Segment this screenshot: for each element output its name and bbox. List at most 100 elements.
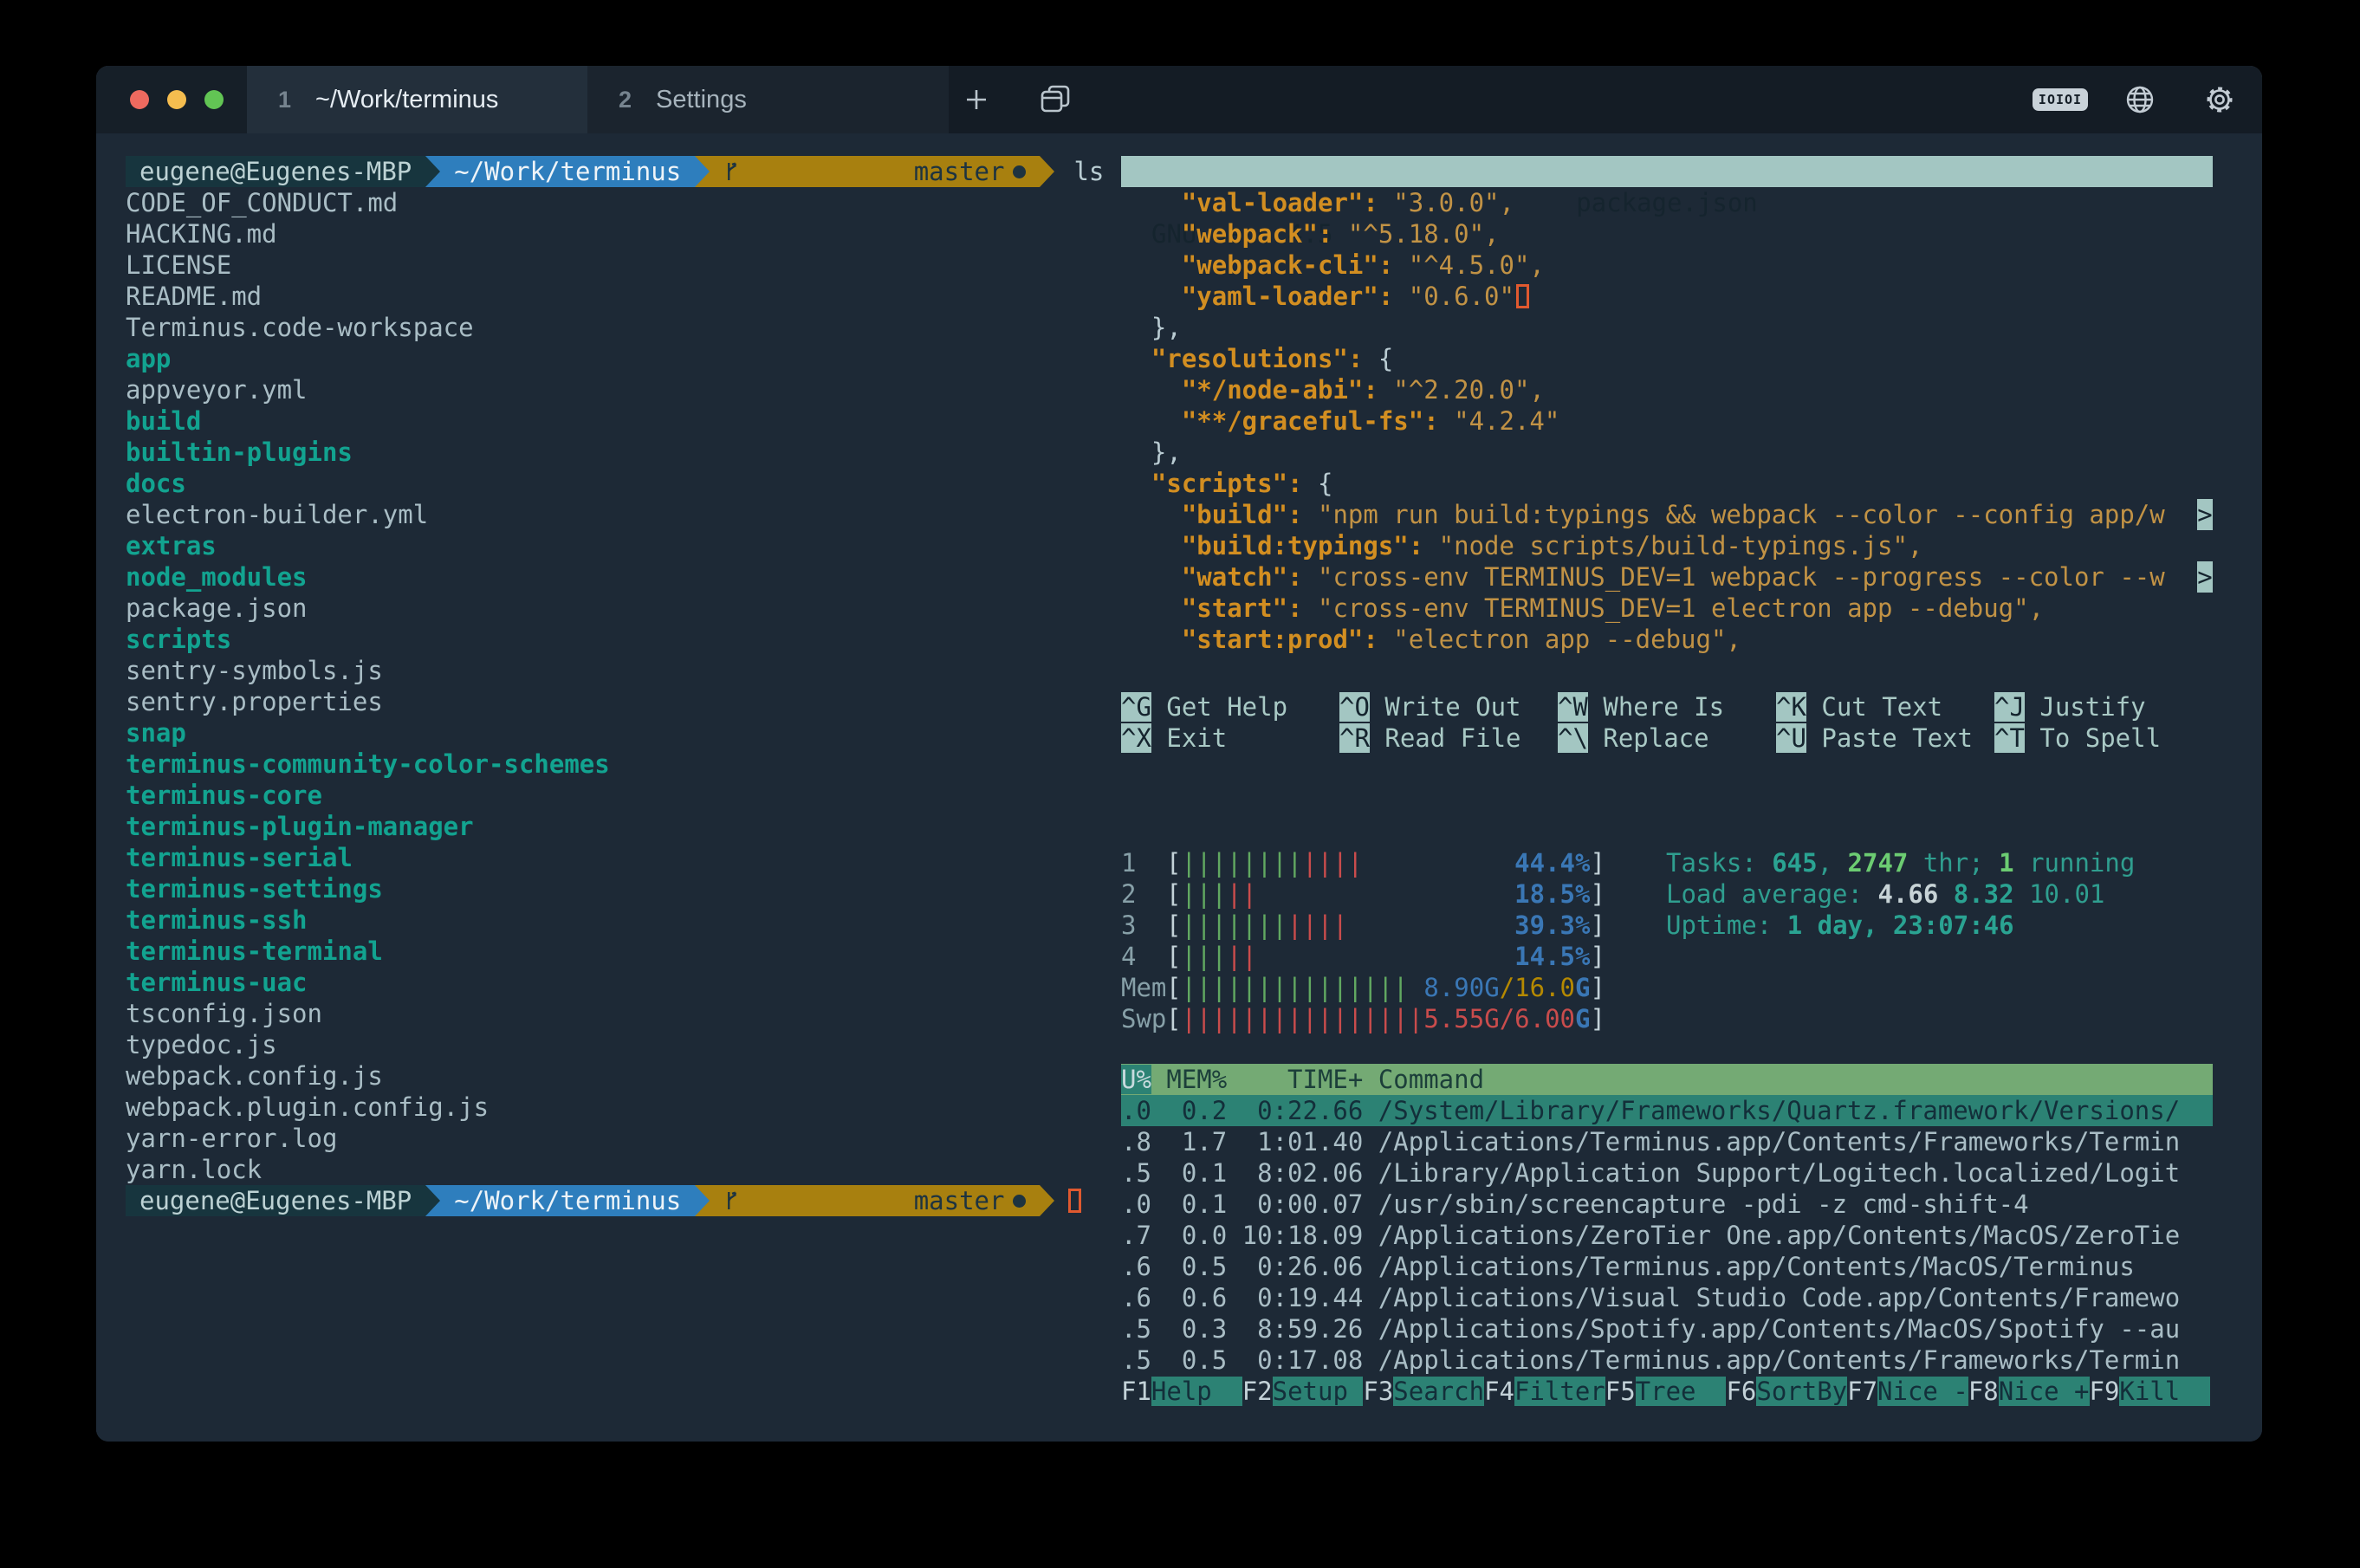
tab-title: ~/Work/terminus (315, 86, 498, 114)
terminal-content: eugene@Eugenes-MBP ~/Work/terminus maste… (96, 133, 2262, 1442)
htop-table-header[interactable]: U% MEM% TIME+ Command (1121, 1064, 2213, 1095)
nano-shortcuts-row2: ^X Exit^R Read File^\ Replace^U Paste Te… (1121, 722, 2213, 754)
nano-shortcut[interactable]: ^X Exit (1121, 722, 1339, 754)
file-item: terminus-terminal (126, 936, 1096, 967)
minimize-button[interactable] (167, 90, 186, 109)
nano-shortcut[interactable]: ^G Get Help (1121, 691, 1339, 722)
process-row[interactable]: .6 0.5 0:26.06 /Applications/Terminus.ap… (1121, 1251, 2213, 1282)
prompt-git-segment: master (710, 156, 1040, 187)
terminal-pane-right[interactable]: package.json GNU nano 4.5 "val-loader": … (1121, 156, 2213, 1407)
nano-line: "**/graceful-fs": "4.2.4" (1121, 405, 2213, 437)
tab-number: 1 (278, 87, 291, 113)
shell-selector-button[interactable]: IOIOI (2034, 66, 2086, 133)
file-item: extras (126, 530, 1096, 561)
process-row[interactable]: .6 0.6 0:19.44 /Applications/Visual Stud… (1121, 1282, 2213, 1313)
shell-prompt-bottom: eugene@Eugenes-MBP ~/Work/terminus maste… (126, 1185, 1096, 1216)
htop-fkey-f3[interactable]: F3Search (1363, 1376, 1484, 1407)
nano-shortcut[interactable]: ^\ Replace (1558, 722, 1776, 754)
duplicate-tab-button[interactable] (1029, 66, 1081, 133)
htop-fkey-f6[interactable]: F6SortBy (1726, 1376, 1847, 1407)
line-overflow-marker: > (2197, 499, 2213, 530)
nano-shortcut[interactable]: ^T To Spell (1994, 722, 2213, 754)
file-item: terminus-uac (126, 967, 1096, 998)
powerline-arrow (695, 156, 710, 187)
htop-function-key-bar: F1Help F2Setup F3SearchF4FilterF5Tree F6… (1121, 1376, 2213, 1407)
htop-fkey-f7[interactable]: F7Nice - (1847, 1376, 1968, 1407)
file-item: yarn.lock (126, 1154, 1096, 1185)
tab-bar: 1 ~/Work/terminus 2 Settings IOIOI (96, 66, 2262, 133)
file-item: terminus-community-color-schemes (126, 748, 1096, 780)
nano-line: "scripts": { (1121, 468, 2213, 499)
prompt-user-segment: eugene@Eugenes-MBP (126, 1185, 425, 1216)
meter-swp: Swp[||||||||||||||||5.55G/6.00G] (1121, 1003, 2213, 1034)
file-item: electron-builder.yml (126, 499, 1096, 530)
file-item: CODE_OF_CONDUCT.md (126, 187, 1096, 218)
prompt-path-segment: ~/Work/terminus (440, 1185, 695, 1216)
nano-line: "resolutions": { (1121, 343, 2213, 374)
powerline-arrow (1040, 156, 1054, 187)
tab-number: 2 (619, 87, 632, 113)
htop-info-line: Load average: 4.66 8.32 10.01 (1666, 878, 2135, 910)
file-item: terminus-ssh (126, 904, 1096, 936)
git-dirty-dot (1013, 1195, 1026, 1208)
process-row[interactable]: .0 0.1 0:00.07 /usr/sbin/screencapture -… (1121, 1189, 2213, 1220)
file-item: node_modules (126, 561, 1096, 593)
sort-column-header[interactable]: U% (1121, 1065, 1151, 1094)
file-item: README.md (126, 281, 1096, 312)
tab-work-terminus[interactable]: 1 ~/Work/terminus (247, 66, 587, 133)
process-row[interactable]: .5 0.3 8:59.26 /Applications/Spotify.app… (1121, 1313, 2213, 1344)
close-button[interactable] (130, 90, 149, 109)
nano-shortcut[interactable]: ^U Paste Text (1776, 722, 1994, 754)
process-row[interactable]: .8 1.7 1:01.40 /Applications/Terminus.ap… (1121, 1126, 2213, 1157)
nano-line: }, (1121, 437, 2213, 468)
nano-shortcut[interactable]: ^O Write Out (1339, 691, 1558, 722)
file-item: webpack.plugin.config.js (126, 1092, 1096, 1123)
htop-fkey-f1[interactable]: F1Help (1121, 1376, 1242, 1407)
zoom-button[interactable] (204, 90, 224, 109)
terminal-cursor (1068, 1189, 1081, 1213)
process-row[interactable]: .0 0.2 0:22.66 /System/Library/Framework… (1121, 1095, 2213, 1126)
htop-fkey-f8[interactable]: F8Nice + (1968, 1376, 2090, 1407)
ls-output: CODE_OF_CONDUCT.mdHACKING.mdLICENSEREADM… (126, 187, 1096, 1185)
file-item: HACKING.md (126, 218, 1096, 249)
nano-shortcut[interactable]: ^R Read File (1339, 722, 1558, 754)
nano-shortcut[interactable]: ^W Where Is (1558, 691, 1776, 722)
htop-fkey-f5[interactable]: F5Tree (1605, 1376, 1727, 1407)
file-item: sentry.properties (126, 686, 1096, 717)
file-item: app (126, 343, 1096, 374)
file-item: LICENSE (126, 249, 1096, 281)
file-item: terminus-core (126, 780, 1096, 811)
gear-icon (2202, 82, 2237, 117)
git-dirty-dot (1013, 165, 1026, 178)
htop-fkey-f9[interactable]: F9Kill (2090, 1376, 2211, 1407)
typed-command: ls (1073, 156, 1104, 187)
nano-shortcuts-row1: ^G Get Help^O Write Out^W Where Is^K Cut… (1121, 691, 2213, 722)
file-item: terminus-settings (126, 873, 1096, 904)
powerline-arrow (695, 1185, 710, 1216)
nano-shortcut[interactable]: ^K Cut Text (1776, 691, 1994, 722)
process-row[interactable]: .7 0.0 10:18.09 /Applications/ZeroTier O… (1121, 1220, 2213, 1251)
htop-info-line: Uptime: 1 day, 23:07:46 (1666, 910, 2135, 941)
settings-button[interactable] (2194, 66, 2246, 133)
file-item: yarn-error.log (126, 1123, 1096, 1154)
htop-fkey-f2[interactable]: F2Setup (1242, 1376, 1364, 1407)
powerline-arrow (1040, 1185, 1054, 1216)
htop-fkey-f4[interactable]: F4Filter (1484, 1376, 1605, 1407)
process-row[interactable]: .5 0.1 8:02.06 /Library/Application Supp… (1121, 1157, 2213, 1189)
duplicate-window-icon (1038, 82, 1073, 117)
file-item: terminus-plugin-manager (126, 811, 1096, 842)
file-item: scripts (126, 624, 1096, 655)
process-row[interactable]: .5 0.5 0:17.08 /Applications/Terminus.ap… (1121, 1344, 2213, 1376)
terminal-pane-left[interactable]: eugene@Eugenes-MBP ~/Work/terminus maste… (126, 156, 1096, 1216)
nano-line: "watch": "cross-env TERMINUS_DEV=1 webpa… (1121, 561, 2213, 593)
connections-button[interactable] (2114, 66, 2166, 133)
globe-icon (2123, 83, 2156, 116)
meter-4: 4[|||||14.5%] (1121, 941, 2213, 972)
new-tab-button[interactable] (950, 66, 1002, 133)
htop-info-line: Tasks: 645, 2747 thr; 1 running (1666, 847, 2135, 878)
nano-line: "*/node-abi": "^2.20.0", (1121, 374, 2213, 405)
shell-prompt-top: eugene@Eugenes-MBP ~/Work/terminus maste… (126, 156, 1096, 187)
nano-shortcut[interactable]: ^J Justify (1994, 691, 2213, 722)
nano-line: "build": "npm run build:typings && webpa… (1121, 499, 2213, 530)
window-controls (96, 66, 247, 133)
